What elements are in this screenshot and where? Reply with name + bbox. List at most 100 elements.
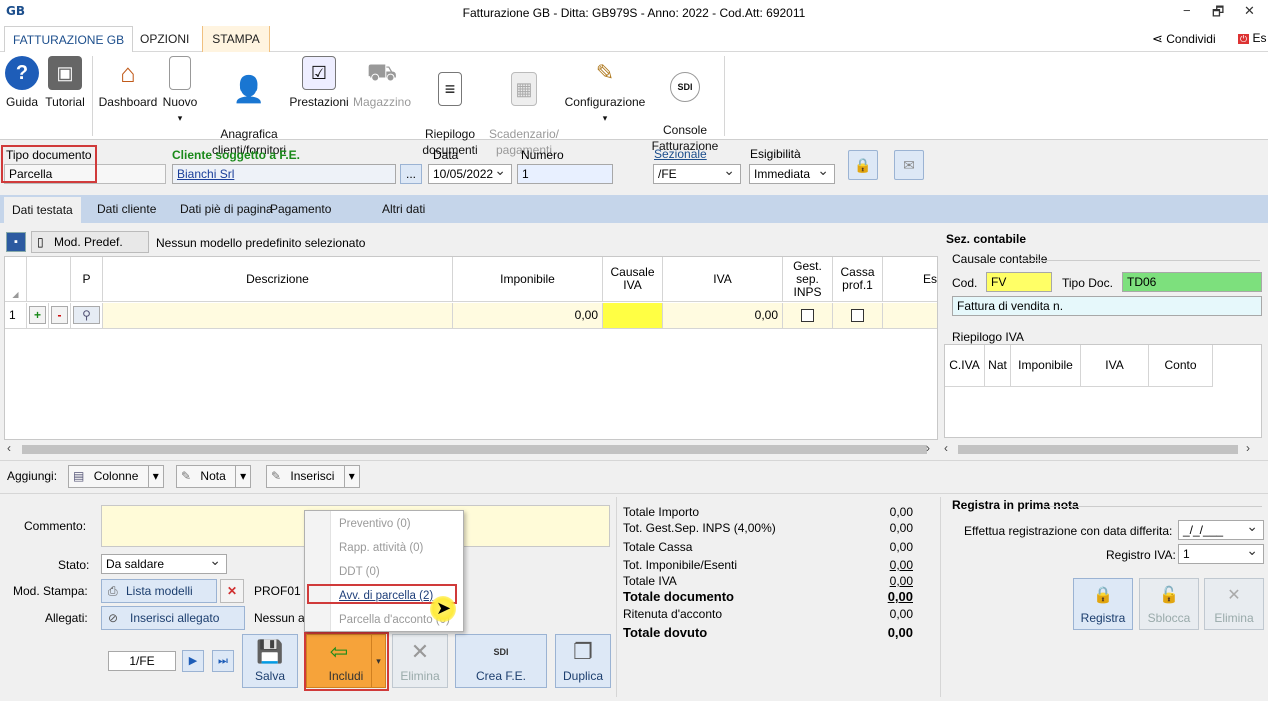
- registra-button[interactable]: 🔒 Registra: [1073, 578, 1133, 630]
- menu-item-ddt[interactable]: DDT (0): [339, 566, 380, 578]
- elimina-registrazione-button[interactable]: ✕ Elimina: [1204, 578, 1264, 630]
- data-field[interactable]: 10/05/2022: [428, 164, 512, 184]
- scroll-left-icon[interactable]: ‹: [944, 441, 948, 455]
- document-icon: ▯: [37, 235, 44, 249]
- nuovo-dropdown-icon: ▾: [177, 113, 183, 123]
- add-row-button[interactable]: +: [27, 303, 49, 329]
- ribbon-separator: [92, 56, 93, 136]
- sblocca-button[interactable]: 🔓 Sblocca: [1139, 578, 1199, 630]
- registro-iva-select[interactable]: 1: [1178, 544, 1264, 564]
- totale-importo-value: 0,00: [889, 505, 913, 519]
- next-icon[interactable]: ▶: [182, 650, 204, 672]
- email-button[interactable]: ✉: [894, 150, 924, 180]
- stato-select[interactable]: Da saldare: [101, 554, 227, 574]
- nota-button[interactable]: ✎ Nota ▾: [176, 465, 252, 488]
- numero-field[interactable]: 1: [517, 164, 613, 184]
- crea-fe-button[interactable]: SDI Crea F.E.: [455, 634, 547, 688]
- tab-opzioni[interactable]: OPZIONI: [132, 26, 197, 52]
- riepilogo-scrollbar[interactable]: ‹ ›: [940, 441, 1268, 457]
- grid-header-p: P: [71, 257, 103, 302]
- remove-row-button[interactable]: -: [49, 303, 71, 329]
- iva-cell[interactable]: 0,00: [663, 303, 783, 329]
- gest-sep-inps-cell[interactable]: [783, 303, 833, 329]
- grid-header-descrizione: Descrizione: [103, 257, 453, 302]
- cassa-prof-checkbox[interactable]: [851, 309, 864, 323]
- configurazione-button[interactable]: ✎ Configurazione ▾: [563, 56, 647, 126]
- save-icon: 💾: [256, 639, 284, 664]
- prestazioni-button[interactable]: ☑ Prestazioni: [289, 56, 349, 110]
- duplica-button[interactable]: ❐ Duplica: [555, 634, 611, 688]
- exit-icon: ⏻: [1238, 34, 1250, 44]
- descrizione-cell[interactable]: [103, 303, 453, 329]
- tab-stampa[interactable]: STAMPA: [202, 26, 270, 52]
- tab-pagamento[interactable]: Pagamento: [262, 195, 339, 223]
- tab-dati-testata[interactable]: Dati testata: [4, 197, 81, 223]
- riepilogo-scroll-thumb[interactable]: [958, 445, 1238, 454]
- colonne-button[interactable]: ▤ Colonne ▾: [68, 465, 164, 488]
- data-differita-field[interactable]: _/_/___: [1178, 520, 1264, 540]
- mod-predef-button[interactable]: ▯ Mod. Predef.: [31, 231, 149, 253]
- nuovo-button[interactable]: Nuovo ▾: [160, 56, 200, 126]
- search-row-button[interactable]: ⚲: [71, 303, 103, 329]
- chevron-down-icon[interactable]: ▾: [235, 466, 246, 487]
- home-icon: ⌂: [120, 58, 136, 88]
- esigibilita-select[interactable]: Immediata: [749, 164, 835, 184]
- navigation-field[interactable]: 1/FE: [108, 651, 176, 671]
- grid-horizontal-scrollbar[interactable]: ‹ ›: [4, 441, 938, 457]
- es-cell[interactable]: [883, 303, 937, 329]
- inserisci-allegato-button[interactable]: ⊘ Inserisci allegato: [101, 606, 245, 630]
- chevron-down-icon[interactable]: ▾: [147, 466, 159, 487]
- prestazioni-label: Prestazioni: [289, 95, 349, 109]
- inserisci-button[interactable]: ✎ Inserisci ▾: [266, 465, 360, 488]
- cliente-browse-button[interactable]: ...: [400, 164, 422, 184]
- grid-scroll-thumb[interactable]: [22, 445, 927, 454]
- grid-header-cassa-prof: Cassa prof.1: [833, 257, 883, 302]
- sezionale-link[interactable]: Sezionale: [654, 147, 707, 161]
- totale-iva-value: 0,00: [889, 574, 913, 588]
- checklist-icon: ☑: [302, 56, 336, 90]
- scroll-right-icon[interactable]: ›: [1246, 441, 1250, 455]
- close-icon[interactable]: ✕: [1244, 3, 1255, 19]
- sezionale-select[interactable]: /FE: [653, 164, 741, 184]
- imponibile-cell[interactable]: 0,00: [453, 303, 603, 329]
- stato-label: Stato:: [58, 558, 90, 572]
- minimize-icon[interactable]: −: [1183, 3, 1191, 18]
- tot-imponibile-label: Tot. Imponibile/Esenti: [623, 558, 738, 572]
- tab-dati-cliente[interactable]: Dati cliente: [89, 195, 164, 223]
- crea-fe-label: Crea F.E.: [475, 669, 526, 683]
- lista-modelli-button[interactable]: ⎙ Lista modelli: [101, 579, 217, 603]
- remove-model-icon[interactable]: ✕: [220, 579, 244, 603]
- cliente-field[interactable]: Bianchi Srl: [172, 164, 396, 184]
- tutorial-button[interactable]: ▣ Tutorial: [44, 56, 86, 110]
- save-model-icon[interactable]: ▪: [6, 232, 26, 252]
- share-button[interactable]: ⋖ Condividi: [1152, 31, 1216, 47]
- title-bar: GB Fatturazione GB - Ditta: GB979S - Ann…: [0, 0, 1268, 26]
- causale-iva-cell[interactable]: [603, 303, 663, 329]
- last-icon[interactable]: ⏭: [212, 650, 234, 672]
- scroll-right-icon[interactable]: ›: [926, 441, 930, 455]
- elimina-button[interactable]: ✕ Elimina: [392, 634, 448, 688]
- riepilogo-header-conto: Conto: [1149, 345, 1213, 387]
- restore-icon[interactable]: 🗗: [1212, 3, 1224, 25]
- cod-field[interactable]: FV: [986, 272, 1052, 292]
- gest-sep-inps-checkbox[interactable]: [801, 309, 814, 323]
- dashboard-button[interactable]: ⌂ Dashboard: [98, 56, 158, 110]
- guida-button[interactable]: ? Guida: [5, 56, 39, 110]
- causale-contabile-label: Causale contabile: [952, 252, 1048, 266]
- exit-button[interactable]: ⏻ Es: [1238, 31, 1266, 45]
- causale-descrizione-field[interactable]: Fattura di vendita n.: [952, 296, 1262, 316]
- chevron-down-icon[interactable]: ▾: [343, 466, 355, 487]
- lock-button[interactable]: 🔒: [848, 150, 878, 180]
- tipo-doc-field[interactable]: TD06: [1122, 272, 1262, 292]
- menu-item-preventivo[interactable]: Preventivo (0): [339, 518, 411, 530]
- scroll-left-icon[interactable]: ‹: [7, 441, 11, 455]
- tab-fatturazione[interactable]: FATTURAZIONE GB: [4, 26, 134, 53]
- line-items-grid: ◢ P Descrizione Imponibile Causale IVA I…: [4, 256, 938, 440]
- menu-item-rapp-attivita[interactable]: Rapp. attività (0): [339, 542, 423, 554]
- magazzino-button[interactable]: ⛟ Magazzino: [353, 56, 411, 110]
- cassa-prof-cell[interactable]: [833, 303, 883, 329]
- registra-label: Registra: [1080, 611, 1126, 625]
- help-icon: ?: [5, 56, 39, 90]
- salva-button[interactable]: 💾 Salva: [242, 634, 298, 688]
- tab-altri-dati[interactable]: Altri dati: [374, 195, 433, 223]
